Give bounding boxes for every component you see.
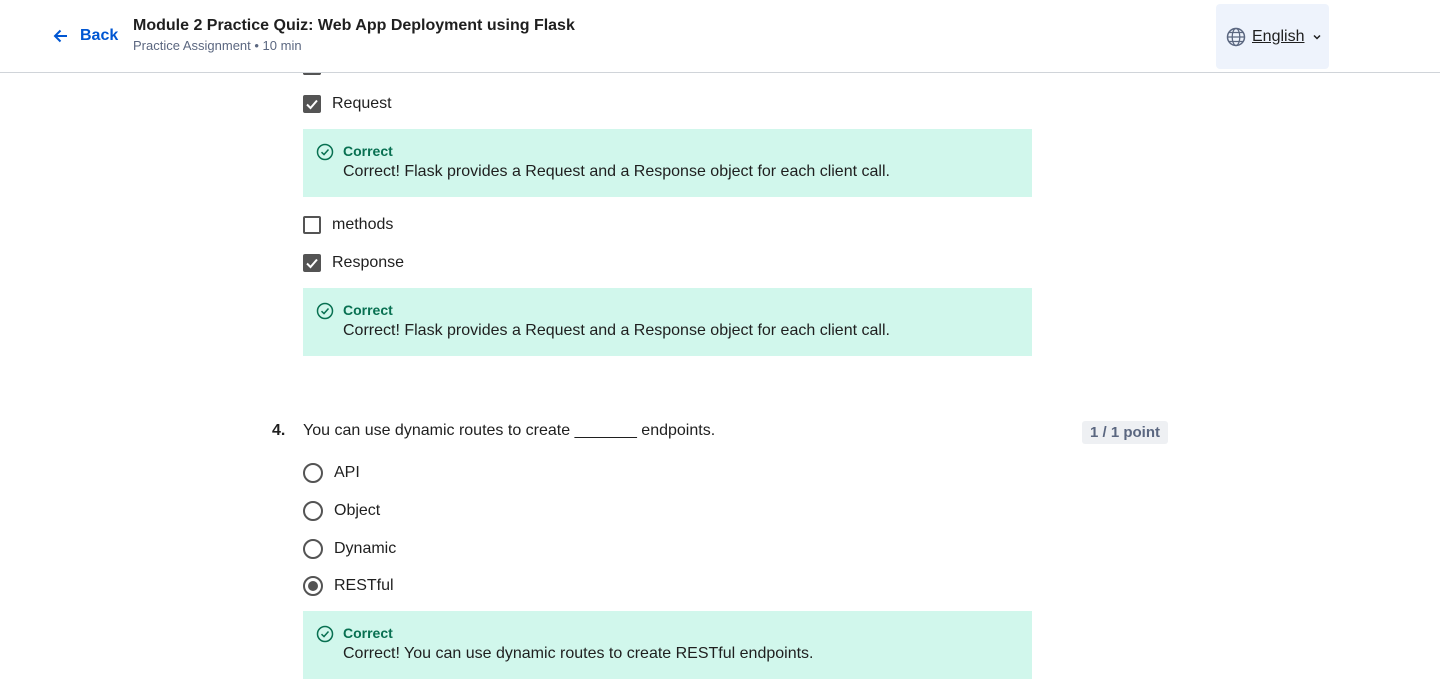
option-object[interactable]: Object (303, 501, 380, 521)
option-restful[interactable]: RESTful (303, 576, 394, 596)
option-label: API (334, 464, 360, 481)
option-label: Dynamic (334, 540, 397, 557)
radio-unselected-icon[interactable] (303, 539, 323, 559)
feedback-title: Correct (343, 143, 393, 159)
option-methods[interactable]: methods (303, 216, 393, 234)
feedback-title: Correct (343, 625, 393, 641)
checkbox-unchecked-icon[interactable] (303, 216, 321, 234)
check-circle-icon (316, 143, 334, 161)
option-label: Response (332, 254, 405, 271)
radio-unselected-icon[interactable] (303, 501, 323, 521)
chevron-down-icon (1313, 34, 1322, 40)
globe-icon (1226, 27, 1246, 46)
feedback-correct: Correct Correct! You can use dynamic rou… (303, 611, 1032, 679)
feedback-text: Correct! Flask provides a Request and a … (343, 163, 890, 180)
question-text: You can use dynamic routes to create ___… (303, 422, 716, 439)
check-circle-icon (316, 302, 334, 320)
page-subtitle: Practice Assignment • 10 min (133, 38, 302, 53)
option-dynamic[interactable]: Dynamic (303, 539, 396, 559)
option-label: Object (334, 502, 381, 519)
option-label: Request (332, 95, 392, 112)
feedback-text: Correct! You can use dynamic routes to c… (343, 645, 814, 662)
back-label: Back (80, 27, 119, 44)
feedback-text: Correct! Flask provides a Request and a … (343, 322, 890, 339)
feedback-correct: Correct Correct! Flask provides a Reques… (303, 288, 1032, 356)
option-api[interactable]: API (303, 463, 360, 483)
checkbox-checked-icon[interactable] (303, 254, 321, 272)
language-selector[interactable]: English (1216, 4, 1329, 69)
check-circle-icon (316, 625, 334, 643)
feedback-correct: Correct Correct! Flask provides a Reques… (303, 129, 1032, 197)
points-badge: 1 / 1 point (1082, 421, 1168, 444)
arrow-left-icon (53, 29, 67, 43)
top-header: Back Module 2 Practice Quiz: Web App Dep… (0, 0, 1440, 73)
option-request[interactable]: Request (303, 95, 392, 113)
page-heading: Module 2 Practice Quiz: Web App Deployme… (133, 16, 575, 54)
option-label: RESTful (334, 577, 394, 594)
radio-unselected-icon[interactable] (303, 463, 323, 483)
back-button[interactable]: Back (52, 23, 118, 49)
page-title: Module 2 Practice Quiz: Web App Deployme… (133, 17, 575, 34)
quiz-content: Request Correct Correct! Flask provides … (0, 0, 1440, 689)
language-label: English (1252, 27, 1305, 45)
option-response[interactable]: Response (303, 254, 404, 272)
radio-selected-icon[interactable] (303, 576, 323, 596)
checkbox-checked-icon[interactable] (303, 95, 321, 113)
question-number: 4. (272, 422, 286, 439)
feedback-title: Correct (343, 302, 393, 318)
option-label: methods (332, 216, 394, 233)
